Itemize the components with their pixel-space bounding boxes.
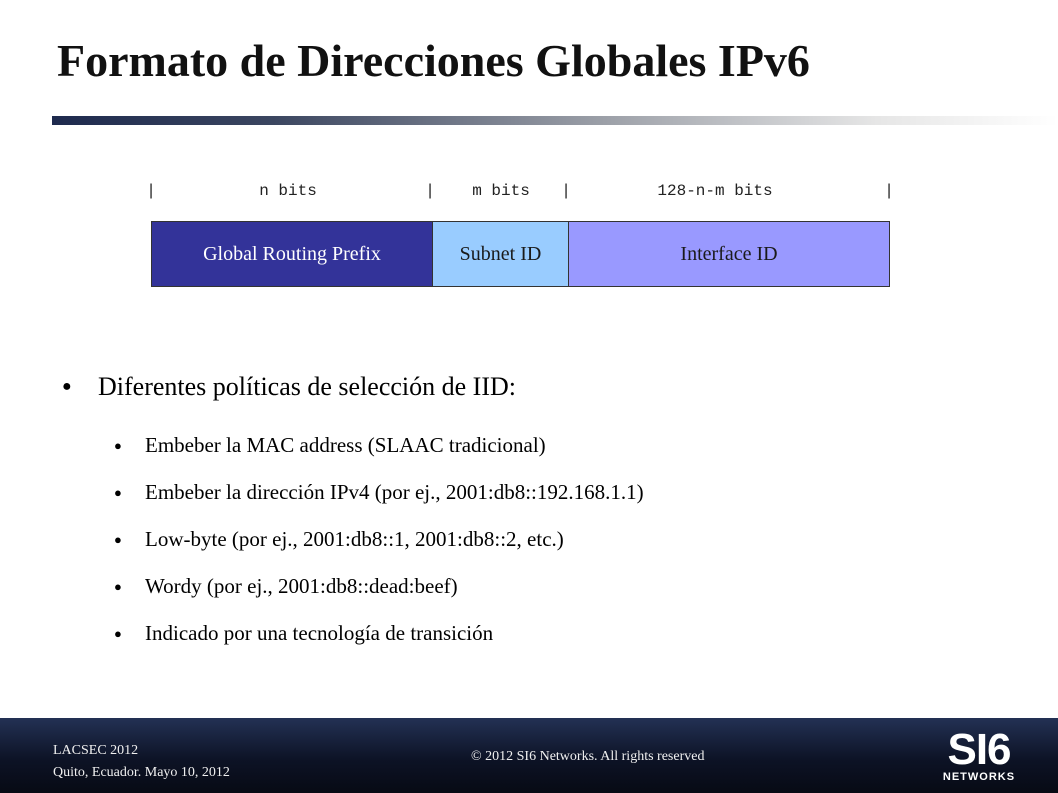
bullet-dot-icon: ●	[114, 485, 122, 500]
logo-sub-text: NETWORKS	[942, 771, 1016, 783]
bits-label-rest: 128-n-m bits	[657, 182, 773, 200]
slide-footer: LACSEC 2012 Quito, Ecuador. Mayo 10, 201…	[0, 718, 1058, 793]
bullet-dot-icon: ●	[114, 532, 122, 547]
si6-networks-logo: SI6 NETWORKS	[933, 725, 1025, 788]
bits-separator: |	[425, 182, 435, 200]
bits-separator: |	[561, 182, 571, 200]
bits-separator: |	[146, 182, 156, 200]
logo-main-text: SI6	[947, 725, 1011, 774]
sub-bullet-text: Wordy (por ej., 2001:db8::dead:beef)	[145, 574, 458, 598]
bullet-dot-icon: ●	[114, 579, 122, 594]
sub-bullet: ● Indicado por una tecnología de transic…	[62, 610, 1022, 657]
title-underline-bar	[52, 116, 1058, 125]
footer-location-date: Quito, Ecuador. Mayo 10, 2012	[53, 765, 230, 780]
sub-bullet: ● Embeber la MAC address (SLAAC tradicio…	[62, 422, 1022, 469]
ipv6-address-format-diagram: Global Routing Prefix Subnet ID Interfac…	[151, 221, 890, 287]
bits-separator: |	[884, 182, 894, 200]
sub-bullet-text: Indicado por una tecnología de transició…	[145, 621, 494, 645]
bits-label-m: m bits	[472, 182, 530, 200]
bullet-main: ● Diferentes políticas de selección de I…	[62, 366, 1022, 408]
bullet-main-text: Diferentes políticas de selección de IID…	[98, 372, 516, 401]
bullet-dot-icon: ●	[114, 626, 122, 641]
footer-copyright: © 2012 SI6 Networks. All rights reserved	[471, 749, 705, 764]
bullet-dot-icon: ●	[62, 378, 72, 395]
subnet-id-field: Subnet ID	[432, 222, 568, 286]
bullet-dot-icon: ●	[114, 438, 122, 453]
sub-bullet: ● Wordy (por ej., 2001:db8::dead:beef)	[62, 563, 1022, 610]
sub-bullet-text: Embeber la MAC address (SLAAC tradiciona…	[145, 433, 546, 457]
bits-label-n: n bits	[259, 182, 317, 200]
global-routing-prefix-field: Global Routing Prefix	[152, 222, 432, 286]
sub-bullet-text: Embeber la dirección IPv4 (por ej., 2001…	[145, 480, 644, 504]
sub-bullet: ● Embeber la dirección IPv4 (por ej., 20…	[62, 469, 1022, 516]
bits-header: | n bits | m bits | 128-n-m bits |	[0, 180, 1058, 202]
footer-event: LACSEC 2012	[53, 743, 139, 758]
interface-id-field: Interface ID	[568, 222, 889, 286]
footer-event-info: LACSEC 2012 Quito, Ecuador. Mayo 10, 201…	[53, 740, 230, 784]
slide-title: Formato de Direcciones Globales IPv6	[57, 35, 810, 86]
sub-bullet-list: ● Embeber la MAC address (SLAAC tradicio…	[62, 422, 1022, 657]
sub-bullet-text: Low-byte (por ej., 2001:db8::1, 2001:db8…	[145, 527, 564, 551]
bullet-list: ● Diferentes políticas de selección de I…	[62, 366, 1022, 657]
sub-bullet: ● Low-byte (por ej., 2001:db8::1, 2001:d…	[62, 516, 1022, 563]
